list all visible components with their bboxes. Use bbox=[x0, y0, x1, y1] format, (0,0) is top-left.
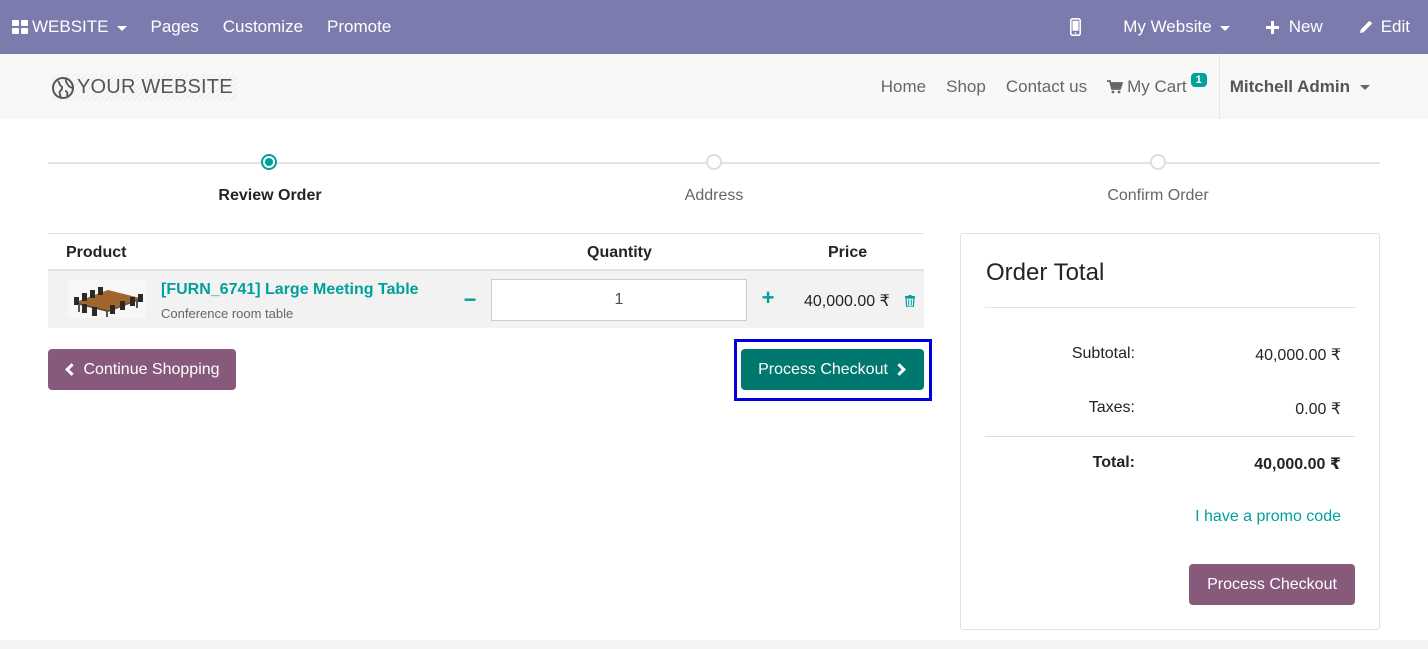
step-confirm-order-dot bbox=[1150, 154, 1166, 170]
process-checkout-button-secondary[interactable]: Process Checkout bbox=[1189, 564, 1355, 605]
edit-button-label: Edit bbox=[1380, 17, 1410, 36]
quantity-increase-button[interactable]: + bbox=[758, 285, 778, 311]
order-total-title: Order Total bbox=[986, 259, 1105, 286]
col-quantity: Quantity bbox=[587, 244, 652, 261]
cart-line-row: [FURN_6741] Large Meeting Table Conferen… bbox=[48, 271, 924, 328]
plus-icon bbox=[1265, 20, 1279, 34]
total-value: 40,000.00 ₹ bbox=[1254, 456, 1341, 473]
col-product: Product bbox=[66, 244, 127, 261]
cart-count-badge: 1 bbox=[1190, 73, 1207, 87]
mobile-icon bbox=[1070, 18, 1082, 36]
chevron-left-icon bbox=[65, 363, 79, 376]
process-checkout-label: Process Checkout bbox=[1207, 575, 1337, 593]
footer-strip bbox=[0, 640, 1428, 649]
process-checkout-label: Process Checkout bbox=[758, 360, 888, 378]
menu-customize[interactable]: Customize bbox=[211, 0, 315, 54]
website-switcher[interactable]: My Website bbox=[1111, 0, 1242, 54]
taxes-value: 0.00 ₹ bbox=[1295, 401, 1341, 418]
line-price: 40,000.00 ₹ bbox=[804, 293, 890, 310]
total-label: Total: bbox=[1092, 454, 1135, 471]
cart-table-header: Product Quantity Price bbox=[48, 233, 924, 271]
globe-icon bbox=[52, 76, 77, 99]
cart-table: Product Quantity Price [FURN_6741] Large… bbox=[48, 233, 924, 328]
cart-icon bbox=[1107, 80, 1124, 94]
continue-shopping-label: Continue Shopping bbox=[83, 360, 220, 378]
edit-button[interactable]: Edit bbox=[1347, 0, 1428, 54]
user-name: Mitchell Admin bbox=[1229, 77, 1350, 96]
divider bbox=[985, 436, 1355, 437]
main-content: Review Order Address Confirm Order Produ… bbox=[0, 119, 1428, 640]
my-cart-label: My Cart bbox=[1127, 77, 1187, 96]
menu-promote[interactable]: Promote bbox=[315, 0, 403, 54]
step-review-order: Review Order bbox=[218, 187, 322, 204]
taxes-label: Taxes: bbox=[1088, 399, 1135, 416]
apps-menu-label: WEBSITE bbox=[32, 17, 109, 36]
new-button-label: New bbox=[1288, 17, 1323, 36]
product-description: Conference room table bbox=[161, 306, 294, 321]
chevron-right-icon bbox=[893, 363, 906, 376]
process-checkout-button[interactable]: Process Checkout bbox=[741, 349, 924, 390]
quantity-decrease-button[interactable]: − bbox=[460, 287, 480, 313]
admin-navbar: WEBSITE Pages Customize Promote My Websi… bbox=[0, 0, 1428, 54]
site-logo[interactable]: YOUR WEBSITE bbox=[52, 74, 237, 101]
grid-icon bbox=[12, 20, 28, 34]
continue-shopping-button[interactable]: Continue Shopping bbox=[48, 349, 236, 390]
site-logo-text: YOUR WEBSITE bbox=[77, 76, 233, 98]
nav-shop[interactable]: Shop bbox=[936, 77, 996, 97]
nav-home[interactable]: Home bbox=[871, 77, 936, 97]
caret-down-icon bbox=[116, 25, 127, 31]
subtotal-value: 40,000.00 ₹ bbox=[1255, 347, 1341, 364]
nav-contact-us[interactable]: Contact us bbox=[996, 77, 1097, 97]
mobile-preview-button[interactable] bbox=[1050, 0, 1111, 54]
pencil-icon bbox=[1359, 20, 1373, 34]
main-nav: Home Shop Contact us My Cart 1 Mitchell … bbox=[871, 55, 1428, 119]
step-review-order-dot bbox=[261, 154, 277, 170]
step-address-dot bbox=[706, 154, 722, 170]
website-switcher-label: My Website bbox=[1123, 17, 1212, 36]
step-confirm-order: Confirm Order bbox=[1107, 187, 1209, 204]
apps-menu[interactable]: WEBSITE bbox=[0, 0, 139, 54]
website-header: YOUR WEBSITE Home Shop Contact us My Car… bbox=[0, 55, 1428, 119]
trash-icon[interactable] bbox=[905, 294, 915, 312]
divider bbox=[985, 307, 1355, 308]
caret-down-icon bbox=[1219, 25, 1230, 31]
quantity-input[interactable]: 1 bbox=[491, 279, 747, 321]
new-button[interactable]: New bbox=[1242, 0, 1347, 54]
subtotal-label: Subtotal: bbox=[1071, 345, 1135, 362]
promo-code-link[interactable]: I have a promo code bbox=[1195, 508, 1341, 526]
user-menu[interactable]: Mitchell Admin bbox=[1220, 77, 1428, 97]
product-name-link[interactable]: [FURN_6741] Large Meeting Table bbox=[161, 281, 419, 299]
product-thumbnail[interactable] bbox=[68, 280, 146, 318]
caret-down-icon bbox=[1360, 84, 1370, 90]
step-address: Address bbox=[684, 187, 744, 204]
menu-pages[interactable]: Pages bbox=[139, 0, 211, 54]
col-price: Price bbox=[828, 244, 868, 261]
nav-my-cart[interactable]: My Cart 1 bbox=[1097, 73, 1217, 97]
order-total-card: Order Total Subtotal: 40,000.00 ₹ Taxes:… bbox=[960, 233, 1380, 630]
